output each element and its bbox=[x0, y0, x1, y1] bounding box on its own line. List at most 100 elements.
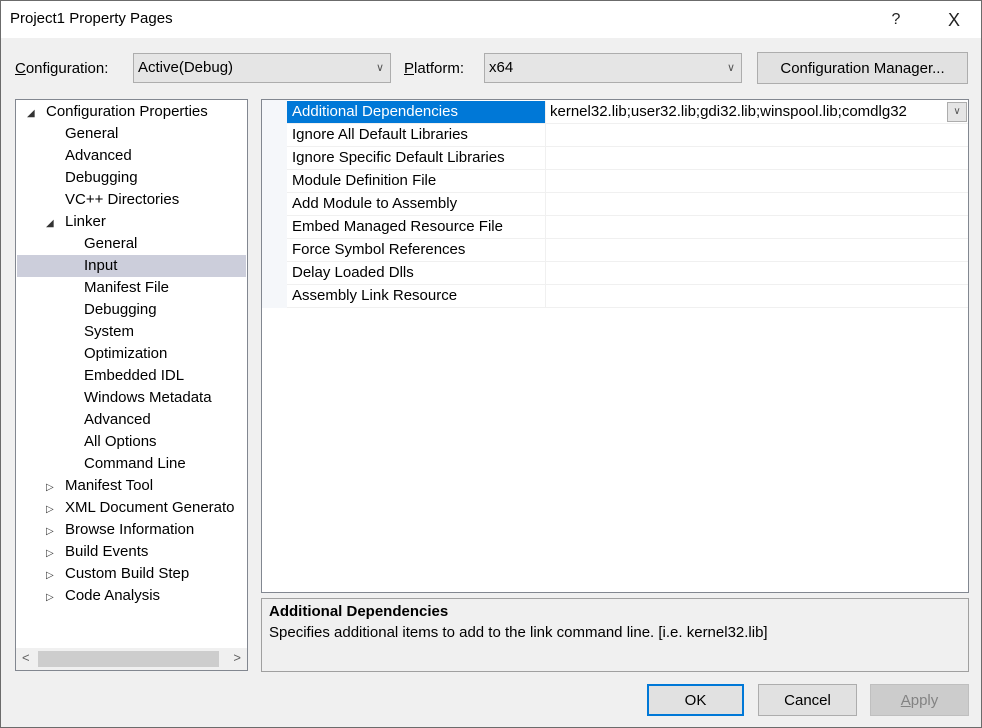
collapsed-arrow-icon[interactable]: ▷ bbox=[46, 587, 60, 609]
property-value[interactable] bbox=[547, 239, 968, 261]
property-value[interactable] bbox=[547, 170, 968, 192]
tree-item[interactable]: Input bbox=[17, 255, 246, 277]
property-name[interactable]: Module Definition File bbox=[287, 170, 546, 192]
property-value[interactable] bbox=[547, 216, 968, 238]
tree-item[interactable]: Command Line bbox=[17, 453, 246, 475]
tree-item-label: VC++ Directories bbox=[65, 191, 180, 208]
expanded-arrow-icon[interactable]: ◢ bbox=[27, 103, 41, 125]
tree-item-label: Linker bbox=[65, 213, 106, 230]
property-value[interactable] bbox=[547, 285, 968, 307]
tree-item-label: Optimization bbox=[84, 345, 168, 362]
tree-item[interactable]: Manifest File bbox=[17, 277, 246, 299]
property-row[interactable]: Add Module to Assembly bbox=[287, 193, 968, 216]
configuration-dropdown[interactable]: Active(Debug) ∨ bbox=[133, 53, 391, 83]
tree-item[interactable]: System bbox=[17, 321, 246, 343]
scrollbar-thumb[interactable] bbox=[38, 651, 219, 667]
platform-label: Platform: bbox=[404, 60, 465, 77]
help-icon: ? bbox=[891, 11, 901, 28]
collapsed-arrow-icon[interactable]: ▷ bbox=[46, 521, 60, 543]
tree-item-label: Debugging bbox=[65, 169, 138, 186]
scroll-right-icon[interactable]: > bbox=[233, 650, 241, 665]
tree-item-label: All Options bbox=[84, 433, 157, 450]
tree-item-label: General bbox=[65, 125, 119, 142]
property-row[interactable]: Ignore All Default Libraries bbox=[287, 124, 968, 147]
tree-item[interactable]: Advanced bbox=[17, 409, 246, 431]
tree-item[interactable]: All Options bbox=[17, 431, 246, 453]
configuration-manager-button[interactable]: Configuration Manager... bbox=[757, 52, 968, 84]
horizontal-scrollbar[interactable]: < > bbox=[16, 648, 247, 670]
chevron-down-icon: ∨ bbox=[375, 62, 384, 74]
property-name[interactable]: Add Module to Assembly bbox=[287, 193, 546, 215]
description-panel: Additional Dependencies Specifies additi… bbox=[261, 598, 969, 672]
tree-item[interactable]: ◢ Configuration Properties bbox=[17, 101, 246, 123]
property-row[interactable]: Force Symbol References bbox=[287, 239, 968, 262]
property-name[interactable]: Embed Managed Resource File bbox=[287, 216, 546, 238]
window-title: Project1 Property Pages bbox=[10, 10, 173, 27]
tree-item-label: Browse Information bbox=[65, 521, 195, 538]
property-name[interactable]: Ignore Specific Default Libraries bbox=[287, 147, 546, 169]
tree-item[interactable]: Windows Metadata bbox=[17, 387, 246, 409]
tree-item-label: Command Line bbox=[84, 455, 186, 472]
tree-item[interactable]: Embedded IDL bbox=[17, 365, 246, 387]
category-tree: ▷ Code Analysis ▷ Custom Build Step ▷ Build E… bbox=[15, 99, 248, 671]
tree-item[interactable]: Debugging bbox=[17, 299, 246, 321]
tree-item-label: Input bbox=[84, 257, 118, 274]
tree-item[interactable]: General bbox=[17, 123, 246, 145]
property-value[interactable]: kernel32.lib;user32.lib;gdi32.lib;winspo… bbox=[547, 101, 968, 123]
tree-item-label: Debugging bbox=[84, 301, 157, 318]
tree-item[interactable]: ▷ Code Analysis bbox=[17, 585, 246, 607]
ok-button[interactable]: OK bbox=[647, 684, 744, 716]
tree-item-label: System bbox=[84, 323, 135, 340]
tree-item-label: Advanced bbox=[84, 411, 151, 428]
property-value[interactable] bbox=[547, 147, 968, 169]
property-name[interactable]: Ignore All Default Libraries bbox=[287, 124, 546, 146]
scroll-left-icon[interactable]: < bbox=[22, 650, 30, 665]
collapsed-arrow-icon[interactable]: ▷ bbox=[46, 565, 60, 587]
tree-item-label: Code Analysis bbox=[65, 587, 161, 604]
tree-item-label: XML Document Generato bbox=[65, 499, 235, 516]
property-row[interactable]: Assembly Link Resource bbox=[287, 285, 968, 308]
tree-item[interactable]: ▷ Browse Information bbox=[17, 519, 246, 541]
tree-item-label: Configuration Properties bbox=[46, 103, 208, 120]
tree-item[interactable]: General bbox=[17, 233, 246, 255]
property-row[interactable]: Module Definition File bbox=[287, 170, 968, 193]
tree-item[interactable]: ▷ Custom Build Step bbox=[17, 563, 246, 585]
chevron-down-icon[interactable]: ∨ bbox=[947, 102, 967, 122]
tree-item[interactable]: ▷ Build Events bbox=[17, 541, 246, 563]
close-button[interactable]: X bbox=[931, 5, 977, 35]
tree-item-label: General bbox=[84, 235, 138, 252]
platform-value: x64 bbox=[489, 59, 514, 76]
property-grid: Additional Dependencies kernel32.lib;user… bbox=[261, 99, 969, 593]
configuration-label: Configuration: bbox=[15, 60, 109, 77]
tree-item[interactable]: ◢ Linker bbox=[17, 211, 246, 233]
collapsed-arrow-icon[interactable]: ▷ bbox=[46, 543, 60, 565]
apply-button[interactable]: Apply bbox=[870, 684, 969, 716]
property-row[interactable]: Embed Managed Resource File bbox=[287, 216, 968, 239]
property-value[interactable] bbox=[547, 193, 968, 215]
property-row[interactable]: Delay Loaded Dlls bbox=[287, 262, 968, 285]
collapsed-arrow-icon[interactable]: ▷ bbox=[46, 499, 60, 521]
tree-item-label: Build Events bbox=[65, 543, 149, 560]
property-name[interactable]: Delay Loaded Dlls bbox=[287, 262, 546, 284]
tree-item[interactable]: Advanced bbox=[17, 145, 246, 167]
tree-item[interactable]: ▷ XML Document Generato bbox=[17, 497, 246, 519]
property-row[interactable]: Ignore Specific Default Libraries bbox=[287, 147, 968, 170]
property-name[interactable]: Assembly Link Resource bbox=[287, 285, 546, 307]
property-name[interactable]: Additional Dependencies bbox=[287, 101, 546, 123]
collapsed-arrow-icon[interactable]: ▷ bbox=[46, 477, 60, 499]
cancel-button[interactable]: Cancel bbox=[758, 684, 857, 716]
tree-item[interactable]: Debugging bbox=[17, 167, 246, 189]
tree-item-label: Windows Metadata bbox=[84, 389, 212, 406]
property-row[interactable]: Additional Dependencies kernel32.lib;user… bbox=[287, 101, 968, 124]
title-bar: Project1 Property Pages ? X bbox=[1, 1, 981, 38]
property-value[interactable] bbox=[547, 124, 968, 146]
help-button[interactable]: ? bbox=[873, 5, 919, 35]
property-value[interactable] bbox=[547, 262, 968, 284]
tree-item[interactable]: ▷ Manifest Tool bbox=[17, 475, 246, 497]
platform-dropdown[interactable]: x64 ∨ bbox=[484, 53, 742, 83]
chevron-down-icon: ∨ bbox=[726, 62, 735, 74]
tree-item[interactable]: VC++ Directories bbox=[17, 189, 246, 211]
expanded-arrow-icon[interactable]: ◢ bbox=[46, 213, 60, 235]
property-name[interactable]: Force Symbol References bbox=[287, 239, 546, 261]
tree-item[interactable]: Optimization bbox=[17, 343, 246, 365]
